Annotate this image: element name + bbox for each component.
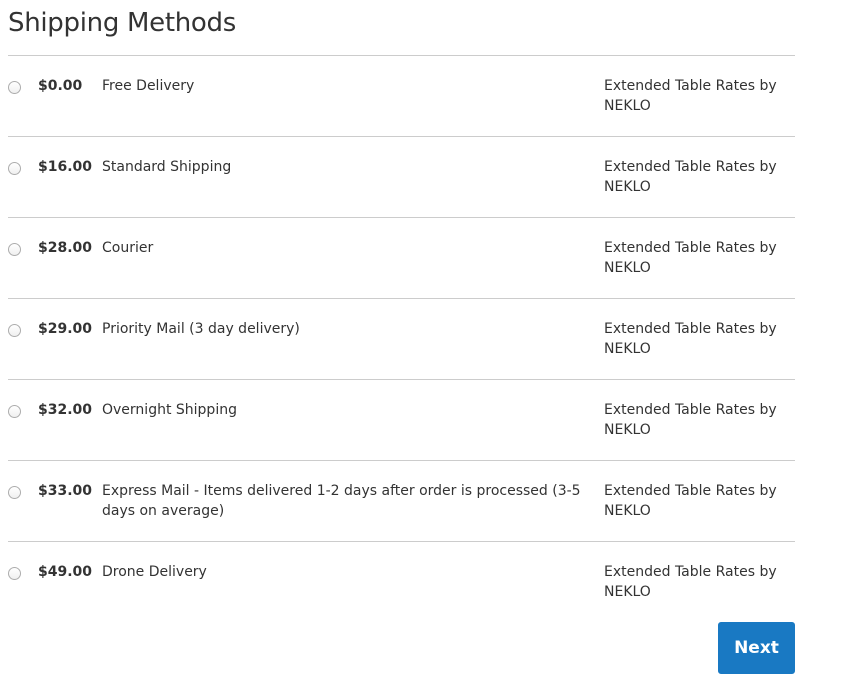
shipping-carrier-name: Extended Table Rates by NEKLO	[604, 240, 777, 276]
shipping-method-radio[interactable]	[8, 243, 21, 256]
shipping-carrier-name: Extended Table Rates by NEKLO	[604, 564, 777, 600]
next-button[interactable]: Next	[718, 622, 795, 674]
shipping-method-radio[interactable]	[8, 405, 21, 418]
shipping-method-row[interactable]: $16.00 Standard Shipping Extended Table …	[8, 137, 795, 218]
shipping-method-row[interactable]: $28.00 Courier Extended Table Rates by N…	[8, 218, 795, 299]
shipping-methods-table: $0.00 Free Delivery Extended Table Rates…	[8, 55, 795, 622]
shipping-carrier-name: Extended Table Rates by NEKLO	[604, 483, 777, 519]
shipping-method-price: $0.00	[38, 78, 83, 94]
checkout-shipping-step: Shipping Methods $0.00 Free Delivery Ext…	[0, 0, 850, 688]
shipping-method-price: $49.00	[38, 564, 93, 580]
shipping-carrier-name: Extended Table Rates by NEKLO	[604, 78, 777, 114]
shipping-carrier-name: Extended Table Rates by NEKLO	[604, 321, 777, 357]
shipping-method-price: $32.00	[38, 402, 93, 418]
shipping-method-price: $29.00	[38, 321, 93, 337]
shipping-method-name: Overnight Shipping	[102, 402, 237, 418]
shipping-method-radio[interactable]	[8, 567, 21, 580]
shipping-carrier-name: Extended Table Rates by NEKLO	[604, 402, 777, 438]
shipping-method-name: Express Mail - Items delivered 1-2 days …	[102, 483, 581, 519]
shipping-method-row[interactable]: $29.00 Priority Mail (3 day delivery) Ex…	[8, 299, 795, 380]
shipping-method-radio[interactable]	[8, 162, 21, 175]
shipping-method-row[interactable]: $49.00 Drone Delivery Extended Table Rat…	[8, 542, 795, 622]
shipping-method-radio[interactable]	[8, 324, 21, 337]
shipping-carrier-name: Extended Table Rates by NEKLO	[604, 159, 777, 195]
shipping-method-price: $33.00	[38, 483, 93, 499]
shipping-method-row[interactable]: $32.00 Overnight Shipping Extended Table…	[8, 380, 795, 461]
shipping-method-name: Courier	[102, 240, 154, 256]
shipping-method-radio[interactable]	[8, 81, 21, 94]
shipping-method-price: $16.00	[38, 159, 93, 175]
shipping-method-name: Priority Mail (3 day delivery)	[102, 321, 300, 337]
shipping-method-name: Free Delivery	[102, 78, 195, 94]
shipping-method-row[interactable]: $0.00 Free Delivery Extended Table Rates…	[8, 56, 795, 137]
shipping-method-name: Standard Shipping	[102, 159, 232, 175]
shipping-method-name: Drone Delivery	[102, 564, 207, 580]
shipping-method-price: $28.00	[38, 240, 93, 256]
shipping-method-row[interactable]: $33.00 Express Mail - Items delivered 1-…	[8, 461, 795, 542]
page-title: Shipping Methods	[8, 8, 236, 38]
shipping-method-radio[interactable]	[8, 486, 21, 499]
